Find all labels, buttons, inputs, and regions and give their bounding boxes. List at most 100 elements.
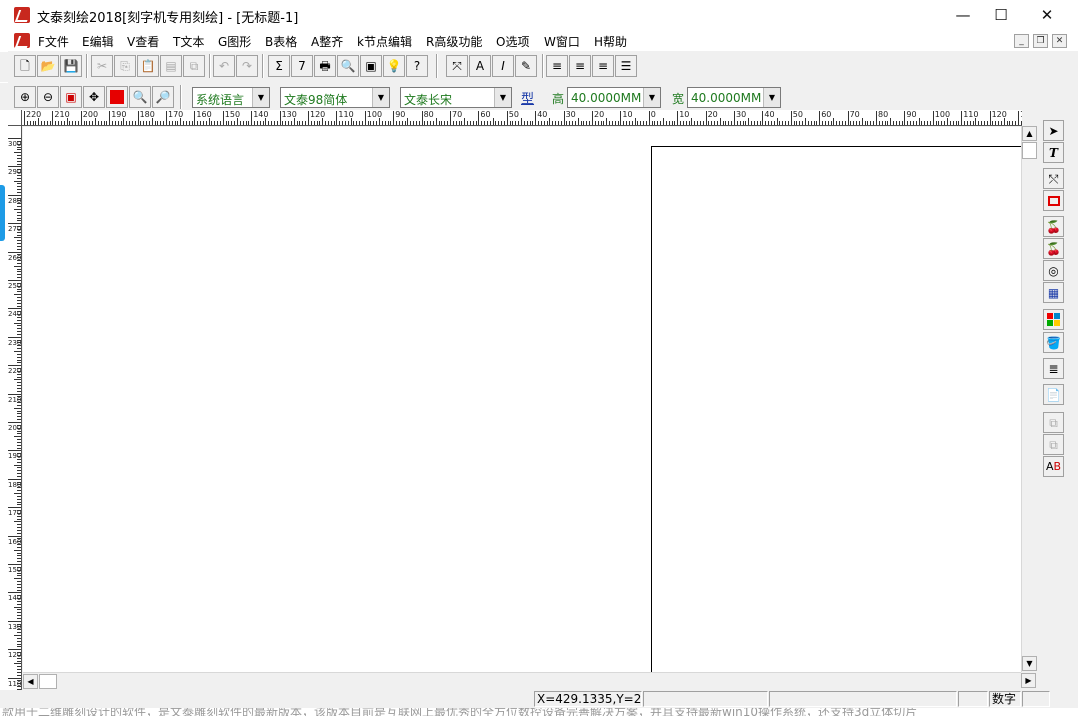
zoom-all-icon[interactable]: 🔎 [152, 86, 174, 108]
ruler-tick [17, 612, 21, 614]
page-edit-icon[interactable]: 📄 [1043, 384, 1064, 405]
font-select-2[interactable]: 文泰长宋 ▼ [400, 87, 512, 108]
cut-icon[interactable]: ✂ [91, 55, 113, 77]
menu-align[interactable]: A整齐 [311, 33, 343, 50]
print-preview-icon[interactable]: 🔍 [337, 55, 359, 77]
mdi-restore-button[interactable]: ❐ [1033, 34, 1048, 48]
mdi-close-button[interactable]: ✕ [1052, 34, 1067, 48]
width-input[interactable]: 40.0000MM ▼ [687, 87, 781, 108]
menu-help[interactable]: H帮助 [594, 33, 627, 50]
paste-special-icon[interactable]: ▤ [160, 55, 182, 77]
zoom-out-icon[interactable]: ⊖ [37, 86, 59, 108]
cherry-color-icon[interactable]: 🍒 [1043, 238, 1064, 259]
type-button[interactable]: 型 [521, 88, 534, 107]
fill-bucket-icon[interactable]: 🪣 [1043, 332, 1064, 353]
table-icon[interactable]: ▦ [1043, 282, 1064, 303]
save-icon[interactable]: 💾 [60, 55, 82, 77]
copy-icon[interactable]: ⎘ [114, 55, 136, 77]
menu-advanced[interactable]: R高级功能 [426, 33, 482, 50]
menu-file[interactable]: F文件 [38, 33, 69, 50]
rectangle-icon[interactable] [1043, 190, 1064, 211]
menu-node-edit[interactable]: k节点编辑 [357, 33, 412, 50]
undo-icon[interactable]: ↶ [213, 55, 235, 77]
scroll-right-arrow[interactable]: ▶ [1021, 673, 1036, 688]
app-logo-icon[interactable] [14, 7, 30, 23]
text-a-icon[interactable]: A [469, 55, 491, 77]
maximize-button[interactable]: ☐ [978, 0, 1024, 30]
ruler-tick [17, 342, 21, 344]
zoom-page-icon[interactable]: 🔍 [129, 86, 151, 108]
new-file-icon[interactable]: 🗋 [14, 55, 36, 77]
mdi-minimize-button[interactable]: _ [1014, 34, 1029, 48]
text-tool-icon[interactable]: T [1043, 142, 1064, 163]
help-icon[interactable]: ? [406, 55, 428, 77]
height-input[interactable]: 40.0000MM ▼ [567, 87, 661, 108]
ruler-tick [17, 484, 21, 486]
zoom-fit-icon[interactable]: ▣ [60, 86, 82, 108]
drawing-canvas[interactable] [23, 127, 1021, 672]
justify-icon[interactable]: ☰ [615, 55, 637, 77]
scroll-left-arrow[interactable]: ◀ [23, 674, 38, 689]
ruler-tick [8, 166, 21, 168]
ruler-tick [756, 121, 758, 125]
disabled-tool-icon[interactable]: ⧉ [1043, 412, 1064, 433]
ruler-tick [43, 121, 45, 125]
lines-icon[interactable]: ≣ [1043, 358, 1064, 379]
ruler-tick [611, 121, 613, 125]
pointer-icon[interactable]: ➤ [1043, 120, 1064, 141]
menu-table[interactable]: B表格 [265, 33, 297, 50]
align-center-icon[interactable]: ≡ [569, 55, 591, 77]
seven-icon[interactable]: 7 [291, 55, 313, 77]
italic-icon[interactable]: I [492, 55, 514, 77]
horizontal-scroll-thumb[interactable] [39, 674, 57, 689]
ruler-tick [853, 121, 855, 125]
document-icon[interactable] [14, 33, 30, 48]
page-setup-icon[interactable]: ▣ [360, 55, 382, 77]
ruler-tick [796, 121, 798, 125]
sigma-icon[interactable]: Σ [268, 55, 290, 77]
menu-edit[interactable]: E编辑 [82, 33, 114, 50]
menu-options[interactable]: O选项 [496, 33, 529, 50]
paste-icon[interactable]: 📋 [137, 55, 159, 77]
ruler-tick [17, 314, 21, 316]
scroll-down-arrow[interactable]: ▼ [1022, 656, 1037, 671]
bulb-icon[interactable]: 💡 [383, 55, 405, 77]
close-button[interactable]: ✕ [1024, 0, 1070, 30]
horizontal-scrollbar[interactable]: ◀ [23, 672, 1021, 689]
menu-text[interactable]: T文本 [173, 33, 204, 50]
font-select[interactable]: 文泰98简体 ▼ [280, 87, 390, 108]
menu-graphics[interactable]: G图形 [218, 33, 251, 50]
print-icon[interactable]: 🖶 [314, 55, 336, 77]
shape-edit-icon[interactable]: ◎ [1043, 260, 1064, 281]
ruler-tick [46, 121, 48, 125]
vertical-scroll-thumb[interactable] [1022, 142, 1037, 159]
clone-icon[interactable]: ⧉ [183, 55, 205, 77]
redo-icon[interactable]: ↷ [236, 55, 258, 77]
horizontal-ruler[interactable]: 220 210 200 190 180 170 160 150 140 130 120 110 100 9… [22, 110, 1022, 126]
menu-window[interactable]: W窗口 [544, 33, 580, 50]
ab-text-icon[interactable]: AB [1043, 456, 1064, 477]
ruler-tick [17, 305, 21, 307]
scroll-up-arrow[interactable]: ▲ [1022, 126, 1037, 141]
background-text-strip: 款用于二维雕刻设计的软件，是文泰雕刻软件的最新版本，该版本目前是互联网上最优秀的… [0, 708, 1078, 716]
align-left-icon[interactable]: ≡ [546, 55, 568, 77]
width-label: 宽 [672, 92, 685, 106]
red-square-icon[interactable] [106, 86, 128, 108]
edit-frame-icon[interactable]: ✎ [515, 55, 537, 77]
open-folder-icon[interactable]: 📂 [37, 55, 59, 77]
color-grid-icon[interactable] [1043, 309, 1064, 330]
zoom-in-icon[interactable]: ⊕ [14, 86, 36, 108]
pan-icon[interactable]: ✥ [83, 86, 105, 108]
node-edit-icon[interactable]: ⤲ [1043, 168, 1064, 189]
ruler-tick [17, 501, 21, 503]
disabled-tool-2-icon[interactable]: ⧉ [1043, 434, 1064, 455]
menu-view[interactable]: V查看 [127, 33, 159, 50]
language-select[interactable]: 系统语言 ▼ [192, 87, 270, 108]
cross-tool-icon[interactable]: ⤧ [446, 55, 468, 77]
vertical-ruler[interactable]: 300 290 280 270 260 250 240 230 220 210 200 190 180 1… [8, 126, 22, 690]
menu-bar: F文件 E编辑 V查看 T文本 G图形 B表格 A整齐 k节点编辑 R高级功能 … [0, 30, 1078, 51]
ruler-tick [157, 121, 159, 125]
align-right-icon[interactable]: ≡ [592, 55, 614, 77]
vertical-scrollbar[interactable]: ▲ ▼ [1021, 126, 1037, 672]
cherry-icon[interactable]: 🍒 [1043, 216, 1064, 237]
